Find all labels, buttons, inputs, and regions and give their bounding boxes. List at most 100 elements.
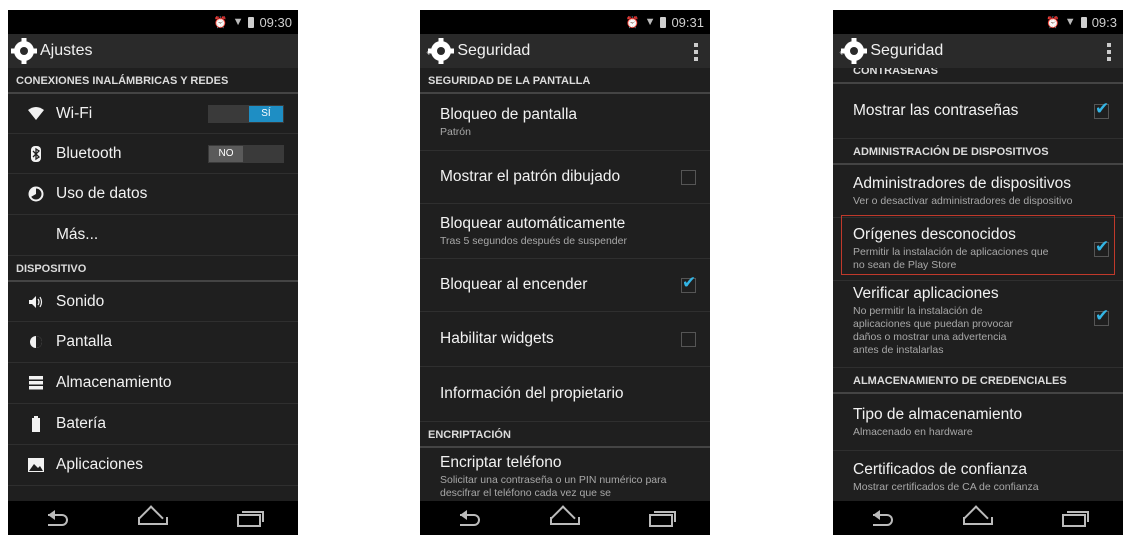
action-bar: Ajustes: [8, 34, 298, 68]
toggle-knob: SÍ: [249, 105, 283, 122]
apps-icon: [28, 457, 44, 473]
overflow-menu-icon[interactable]: [694, 43, 698, 61]
wifi-signal-icon: ▼: [1064, 16, 1076, 28]
phone-screen-settings: ⏰ ▼ 09:30 Ajustes CONEXIONES INALÁMBRICA…: [8, 10, 298, 535]
wifi-signal-icon: ▼: [644, 16, 656, 28]
screen-lock-item[interactable]: Bloqueo de pantalla Patrón: [420, 94, 710, 151]
settings-item-label: Uso de datos: [56, 185, 148, 202]
wifi-toggle[interactable]: SÍ: [208, 104, 284, 123]
item-summary: No permitir la instalación de aplicacion…: [853, 305, 1013, 356]
auto-lock-item[interactable]: Bloquear automáticamente Tras 5 segundos…: [420, 204, 710, 259]
back-icon[interactable]: [868, 510, 894, 526]
encrypt-phone-item[interactable]: Encriptar teléfono Solicitar una contras…: [420, 448, 710, 501]
section-header-credentials: ALMACENAMIENTO DE CREDENCIALES: [833, 368, 1123, 394]
action-bar[interactable]: ‹ Seguridad: [420, 34, 710, 68]
action-bar[interactable]: ‹ Seguridad: [833, 34, 1123, 68]
item-title: Bloqueo de pantalla: [440, 105, 578, 123]
trusted-certs-item[interactable]: Certificados de confianza Mostrar certif…: [833, 451, 1123, 501]
item-title: Administradores de dispositivos: [853, 174, 1071, 192]
show-pattern-checkbox[interactable]: [681, 169, 696, 185]
storage-type-item[interactable]: Tipo de almacenamiento Almacenado en har…: [833, 394, 1123, 451]
settings-item-label: Bluetooth: [56, 144, 122, 162]
security-list: SEGURIDAD DE LA PANTALLA Bloqueo de pant…: [420, 68, 710, 501]
item-title: Habilitar widgets: [440, 330, 554, 347]
overflow-menu-icon[interactable]: [1107, 43, 1111, 61]
highlight-box: [841, 215, 1115, 275]
item-title: Encriptar teléfono: [440, 454, 562, 471]
settings-item-label: Pantalla: [56, 333, 113, 350]
power-lock-item[interactable]: Bloquear al encender: [420, 259, 710, 312]
settings-item-display[interactable]: Pantalla: [8, 322, 298, 363]
recent-apps-icon[interactable]: [649, 511, 677, 527]
settings-item-battery[interactable]: Batería: [8, 404, 298, 445]
show-pattern-item[interactable]: Mostrar el patrón dibujado: [420, 151, 710, 204]
settings-item-sound[interactable]: Sonido: [8, 282, 298, 322]
widgets-item[interactable]: Habilitar widgets: [420, 312, 710, 367]
home-icon[interactable]: [137, 511, 168, 525]
section-header-screen-security: SEGURIDAD DE LA PANTALLA: [420, 68, 710, 94]
settings-item-label: Almacenamiento: [56, 374, 172, 391]
bluetooth-toggle[interactable]: NO: [208, 144, 284, 163]
status-bar: ⏰ ▼ 09:31: [420, 10, 710, 34]
item-title: Verificar aplicaciones: [853, 285, 999, 302]
verify-apps-checkbox[interactable]: [1094, 306, 1109, 326]
toggle-knob: NO: [209, 145, 243, 162]
status-time: 09:31: [671, 14, 704, 30]
navigation-bar: [420, 501, 710, 535]
battery-status-icon: [660, 16, 667, 28]
back-icon[interactable]: [43, 510, 69, 526]
settings-item-storage[interactable]: Almacenamiento: [8, 363, 298, 404]
item-title: Tipo de almacenamiento: [853, 405, 1023, 423]
device-admins-item[interactable]: Administradores de dispositivos Ver o de…: [833, 165, 1123, 218]
item-summary: Almacenado en hardware: [853, 425, 973, 438]
alarm-icon: ⏰: [1046, 16, 1060, 29]
security-list: CONTRASEÑAS Mostrar las contraseñas ADMI…: [833, 68, 1123, 501]
status-bar: ⏰ ▼ 09:30: [8, 10, 298, 34]
alarm-icon: ⏰: [213, 16, 228, 29]
settings-item-label: Aplicaciones: [56, 456, 144, 473]
section-header-passwords: CONTRASEÑAS: [833, 68, 1123, 84]
settings-gear-icon: [841, 38, 868, 64]
item-title: Mostrar el patrón dibujado: [440, 168, 621, 185]
storage-icon: [28, 375, 44, 391]
phone-screen-security-scrolled: ⏰ ▼ 09:3 ‹ Seguridad CONTRASEÑAS Mostrar…: [833, 10, 1123, 535]
battery-icon: [28, 416, 44, 432]
verify-apps-item[interactable]: Verificar aplicaciones No permitir la in…: [833, 281, 1123, 368]
settings-item-apps[interactable]: Aplicaciones: [8, 445, 298, 486]
home-icon[interactable]: [962, 511, 993, 525]
settings-list: CONEXIONES INALÁMBRICAS Y REDES Wi-Fi SÍ…: [8, 68, 298, 501]
status-time: 09:30: [259, 14, 292, 30]
settings-gear-icon: [428, 38, 455, 64]
show-passwords-checkbox[interactable]: [1094, 99, 1109, 119]
wifi-icon: [28, 106, 44, 122]
settings-item-wifi[interactable]: Wi-Fi SÍ: [8, 94, 298, 134]
navigation-bar: [833, 501, 1123, 535]
display-icon: [28, 334, 44, 350]
wifi-signal-icon: ▼: [232, 16, 244, 28]
recent-apps-icon[interactable]: [1062, 511, 1090, 527]
settings-item-more[interactable]: Más...: [8, 215, 298, 256]
item-title: Certificados de confianza: [853, 460, 1028, 478]
settings-item-label: Wi-Fi: [56, 104, 93, 122]
back-icon[interactable]: [455, 510, 481, 526]
item-summary: Ver o desactivar administradores de disp…: [853, 194, 1073, 207]
home-icon[interactable]: [549, 511, 580, 525]
settings-item-bluetooth[interactable]: Bluetooth NO: [8, 134, 298, 174]
item-title: Mostrar las contraseñas: [853, 102, 1019, 119]
battery-status-icon: [1080, 16, 1087, 28]
battery-status-icon: [248, 16, 255, 28]
widgets-checkbox[interactable]: [681, 331, 696, 347]
settings-gear-icon: [11, 38, 37, 64]
section-header-device: DISPOSITIVO: [8, 256, 298, 282]
recent-apps-icon[interactable]: [237, 511, 265, 527]
sound-icon: [28, 294, 44, 310]
power-lock-checkbox[interactable]: [681, 273, 696, 293]
settings-item-data-usage[interactable]: Uso de datos: [8, 174, 298, 215]
page-title: Seguridad: [870, 42, 944, 59]
show-passwords-item[interactable]: Mostrar las contraseñas: [833, 84, 1123, 139]
section-header-wireless: CONEXIONES INALÁMBRICAS Y REDES: [8, 68, 298, 94]
page-title: Ajustes: [40, 42, 93, 59]
owner-info-item[interactable]: Información del propietario: [420, 367, 710, 422]
section-header-encryption: ENCRIPTACIÓN: [420, 422, 710, 448]
settings-item-label: Más...: [56, 226, 99, 243]
